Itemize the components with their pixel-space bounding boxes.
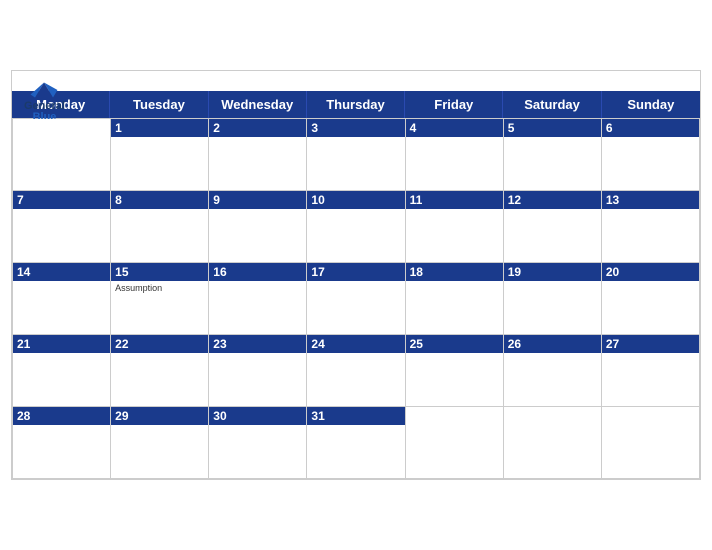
day-cell <box>13 119 111 191</box>
date-number: 16 <box>209 263 306 281</box>
date-number: 22 <box>111 335 208 353</box>
date-number: 11 <box>406 191 503 209</box>
day-cell: 15 Assumption <box>111 263 209 335</box>
day-header-wednesday: Wednesday <box>209 91 307 118</box>
day-cell: 2 <box>209 119 307 191</box>
calendar-grid: 123456789101112131415Assumption161718192… <box>12 118 700 479</box>
day-cell: 16 <box>209 263 307 335</box>
day-cell: 6 <box>602 119 700 191</box>
day-header-saturday: Saturday <box>503 91 601 118</box>
day-cell: 5 <box>504 119 602 191</box>
date-number: 15 <box>111 263 208 281</box>
day-cell <box>602 407 700 479</box>
day-cell: 8 <box>111 191 209 263</box>
date-number: 20 <box>602 263 699 281</box>
date-number: 13 <box>602 191 699 209</box>
date-number: 6 <box>602 119 699 137</box>
date-number: 2 <box>209 119 306 137</box>
day-header-tuesday: Tuesday <box>110 91 208 118</box>
day-cell: 25 <box>406 335 504 407</box>
day-cell: 13 <box>602 191 700 263</box>
day-cell: 27 <box>602 335 700 407</box>
day-header-friday: Friday <box>405 91 503 118</box>
day-cell: 12 <box>504 191 602 263</box>
day-cell: 22 <box>111 335 209 407</box>
date-number: 7 <box>13 191 110 209</box>
day-cell: 11 <box>406 191 504 263</box>
date-number: 26 <box>504 335 601 353</box>
date-number: 17 <box>307 263 404 281</box>
date-number: 3 <box>307 119 404 137</box>
date-number: 29 <box>111 407 208 425</box>
date-number: 9 <box>209 191 306 209</box>
date-number: 23 <box>209 335 306 353</box>
day-cell: 4 <box>406 119 504 191</box>
logo: General Blue <box>24 79 65 123</box>
day-cell: 19 <box>504 263 602 335</box>
day-cell: 23 <box>209 335 307 407</box>
date-number: 5 <box>504 119 601 137</box>
day-cell: 18 <box>406 263 504 335</box>
day-cell: 21 <box>13 335 111 407</box>
date-number: 24 <box>307 335 404 353</box>
date-number: 25 <box>406 335 503 353</box>
day-headers: MondayTuesdayWednesdayThursdayFridaySatu… <box>12 91 700 118</box>
day-cell: 29 <box>111 407 209 479</box>
date-number: 14 <box>13 263 110 281</box>
day-cell: 1 <box>111 119 209 191</box>
day-cell: 9 <box>209 191 307 263</box>
date-number: 31 <box>307 407 404 425</box>
date-number: 21 <box>13 335 110 353</box>
day-cell: 10 <box>307 191 405 263</box>
day-cell: 24 <box>307 335 405 407</box>
date-number: 1 <box>111 119 208 137</box>
date-number: 10 <box>307 191 404 209</box>
day-header-sunday: Sunday <box>602 91 700 118</box>
day-cell: 14 <box>13 263 111 335</box>
day-cell: 20 <box>602 263 700 335</box>
logo-icon <box>29 79 59 101</box>
day-cell: 3 <box>307 119 405 191</box>
date-number: 27 <box>602 335 699 353</box>
day-header-thursday: Thursday <box>307 91 405 118</box>
day-cell <box>504 407 602 479</box>
date-number: 28 <box>13 407 110 425</box>
date-number: 18 <box>406 263 503 281</box>
calendar-container: General Blue MondayTuesdayWednesdayThurs… <box>11 70 701 480</box>
date-number: 19 <box>504 263 601 281</box>
day-cell: 7 <box>13 191 111 263</box>
day-cell: 31 <box>307 407 405 479</box>
event-label: Assumption <box>115 283 204 293</box>
day-cell: 17 <box>307 263 405 335</box>
date-number: 4 <box>406 119 503 137</box>
day-cell <box>406 407 504 479</box>
day-cell: 30 <box>209 407 307 479</box>
calendar-header: General Blue <box>12 71 700 91</box>
date-number: 8 <box>111 191 208 209</box>
day-cell: 28 <box>13 407 111 479</box>
day-cell: 26 <box>504 335 602 407</box>
date-number: 12 <box>504 191 601 209</box>
date-number: 30 <box>209 407 306 425</box>
